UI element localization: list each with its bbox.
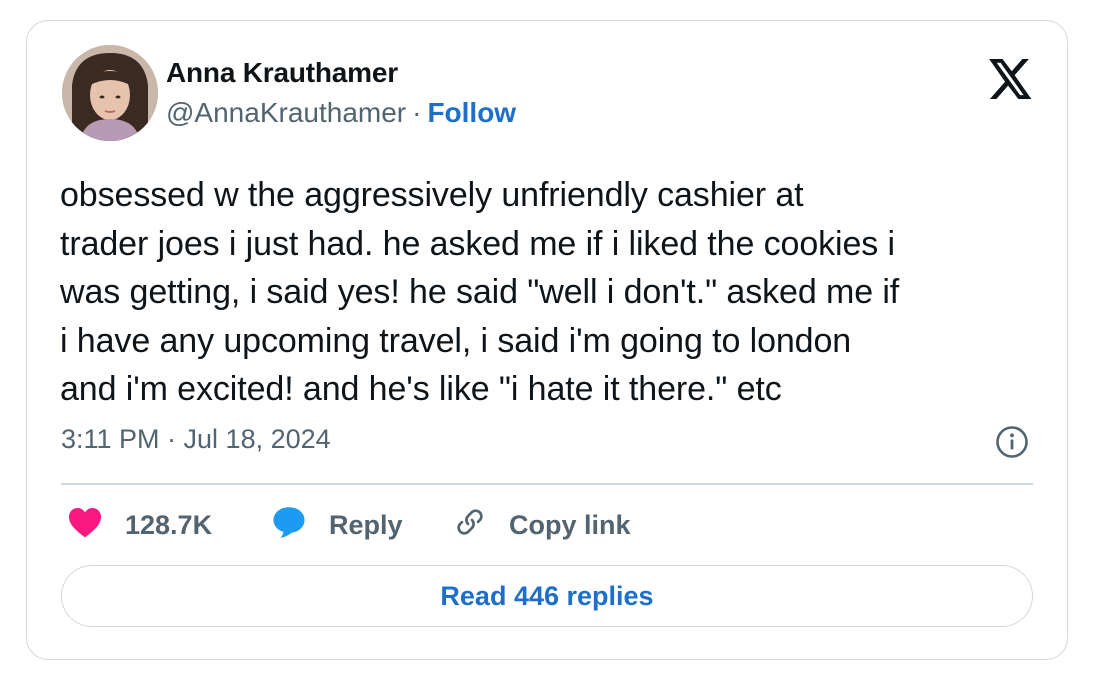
avatar-image [62,45,158,141]
tweet-text-line: was getting, i said yes! he said "well i… [60,273,900,311]
divider [61,483,1033,485]
link-icon [453,505,487,546]
read-replies-label: Read 446 replies [440,580,654,611]
x-logo-icon[interactable] [989,59,1033,99]
reply-label: Reply [329,509,403,540]
separator-dot: · [412,97,422,128]
author-handle[interactable]: @AnnaKrauthamer [166,97,406,128]
speech-bubble-icon [271,505,307,546]
tweet-text-line: obsessed w the aggressively unfriendly c… [60,176,804,214]
tweet-text: obsessed w the aggressively unfriendly c… [60,171,1050,414]
heart-icon [67,506,103,545]
avatar[interactable] [62,45,158,141]
follow-button[interactable]: Follow [427,97,516,128]
author-name[interactable]: Anna Krauthamer [166,57,398,89]
tweet-text-line: and i'm excited! and he's like "i hate i… [60,370,782,408]
read-replies-button[interactable]: Read 446 replies [61,565,1033,627]
copy-link-label: Copy link [509,509,631,540]
like-button[interactable]: 128.7K [67,505,212,545]
tweet-text-line: i have any upcoming travel, i said i'm g… [60,321,852,360]
copy-link-button[interactable]: Copy link [453,505,631,545]
tweet-text-line: trader joes i just had. he asked me if i… [60,224,895,263]
info-icon[interactable] [995,425,1029,459]
author-handle-line: @AnnaKrauthamer · Follow [166,97,516,129]
tweet-embed-card: Anna Krauthamer @AnnaKrauthamer · Follow o… [26,20,1068,660]
like-count: 128.7K [125,509,213,540]
reply-button[interactable]: Reply [271,505,403,545]
tweet-timestamp[interactable]: 3:11 PM · Jul 18, 2024 [61,424,331,455]
